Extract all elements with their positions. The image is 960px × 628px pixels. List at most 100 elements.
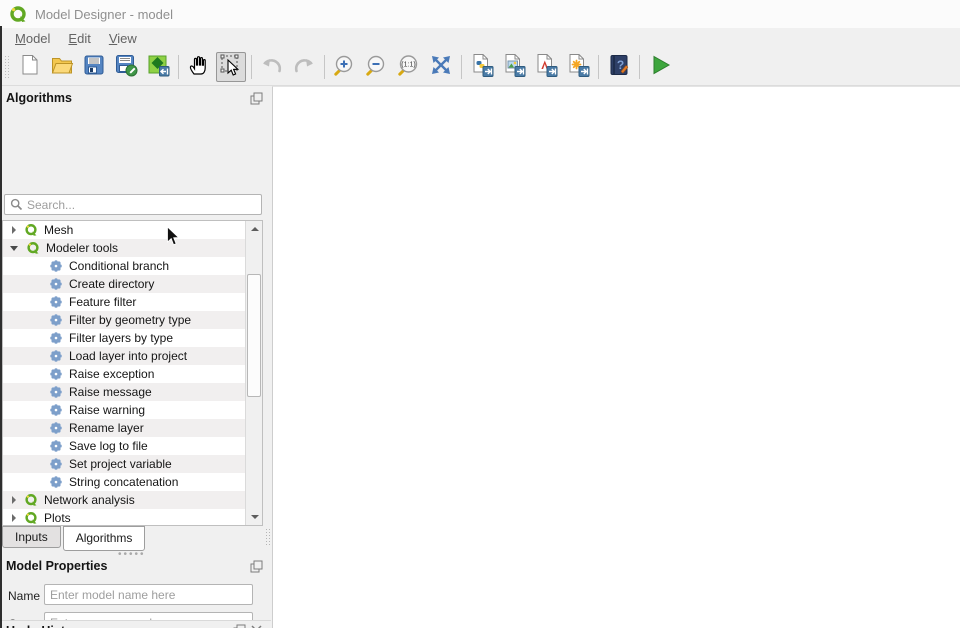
save-model-icon <box>82 53 106 80</box>
tree-item-label: Save log to file <box>69 439 148 453</box>
search-icon <box>10 198 23 211</box>
help-icon: ? <box>607 53 631 80</box>
tree-item-load-layer-into-project[interactable]: Load layer into project <box>3 347 262 365</box>
tree-item-conditional-branch[interactable]: Conditional branch <box>3 257 262 275</box>
pan-icon <box>187 53 211 80</box>
algorithm-gear-icon <box>49 259 63 273</box>
menu-model[interactable]: Model <box>6 29 59 48</box>
select-icon <box>219 53 243 80</box>
export-python-button[interactable] <box>467 52 497 82</box>
qgis-provider-icon <box>24 493 38 507</box>
scrollbar-down-button[interactable] <box>246 509 263 525</box>
float-panel-icon[interactable] <box>250 92 263 105</box>
save-model-as-button[interactable] <box>111 52 141 82</box>
tree-item-raise-exception[interactable]: Raise exception <box>3 365 262 383</box>
export-image-icon <box>502 53 526 80</box>
export-svg-button[interactable] <box>563 52 593 82</box>
export-pdf-button[interactable] <box>531 52 561 82</box>
title-bar: Model Designer - model <box>0 0 960 28</box>
save-model-in-project-button[interactable] <box>143 52 173 82</box>
scrollbar-up-button[interactable] <box>246 221 263 237</box>
tree-item-network-analysis[interactable]: Network analysis <box>3 491 262 509</box>
tree-item-raise-warning[interactable]: Raise warning <box>3 401 262 419</box>
algorithm-gear-icon <box>49 367 63 381</box>
expand-arrow-icon[interactable] <box>12 226 16 234</box>
redo-button <box>289 52 319 82</box>
tree-item-modeler-tools[interactable]: Modeler tools <box>3 239 262 257</box>
background-window-edge <box>0 26 2 628</box>
export-image-button[interactable] <box>499 52 529 82</box>
float-panel-icon[interactable] <box>233 624 246 628</box>
run-button[interactable] <box>645 52 675 82</box>
algorithm-gear-icon <box>49 439 63 453</box>
toolbar-separator <box>178 55 179 79</box>
tree-item-string-concatenation[interactable]: String concatenation <box>3 473 262 491</box>
toolbar-separator <box>639 55 640 79</box>
zoom-full-button[interactable] <box>426 52 456 82</box>
zoom-out-button[interactable] <box>362 52 392 82</box>
algorithm-tree: Mesh Modeler tools Conditional branch Creat… <box>2 220 263 526</box>
close-panel-icon[interactable] <box>250 624 263 628</box>
qgis-logo-icon <box>9 5 27 23</box>
search-input[interactable] <box>27 198 261 212</box>
tree-item-filter-by-geometry-type[interactable]: Filter by geometry type <box>3 311 262 329</box>
tree-item-feature-filter[interactable]: Feature filter <box>3 293 262 311</box>
model-name-input[interactable] <box>44 584 253 605</box>
save-model-button[interactable] <box>79 52 109 82</box>
tree-item-filter-layers-by-type[interactable]: Filter layers by type <box>3 329 262 347</box>
export-svg-icon <box>566 53 590 80</box>
tree-item-set-project-variable[interactable]: Set project variable <box>3 455 262 473</box>
tree-item-label: Set project variable <box>69 457 172 471</box>
tree-item-mesh[interactable]: Mesh <box>3 221 262 239</box>
dock-tab-algorithms[interactable]: Algorithms <box>63 526 146 551</box>
zoom-actual-button[interactable]: (1:1) <box>394 52 424 82</box>
tree-item-save-log-to-file[interactable]: Save log to file <box>3 437 262 455</box>
svg-text:(1:1): (1:1) <box>401 62 415 69</box>
algorithms-panel-title: Algorithms <box>6 91 72 105</box>
undo-button <box>257 52 287 82</box>
tree-item-label: Raise exception <box>69 367 154 381</box>
toolbar-separator <box>324 55 325 79</box>
open-model-button[interactable] <box>47 52 77 82</box>
undo-history-panel-header: Undo History <box>0 620 271 628</box>
model-canvas[interactable] <box>272 86 960 628</box>
tree-item-label: Raise warning <box>69 403 145 417</box>
zoom-in-button[interactable] <box>330 52 360 82</box>
tree-item-label: Conditional branch <box>69 259 169 273</box>
help-button[interactable]: ? <box>604 52 634 82</box>
toolbar: (1:1)? <box>0 48 960 86</box>
dock-tab-inputs[interactable]: Inputs <box>2 526 61 548</box>
splitter-grip-vertical[interactable] <box>265 528 270 546</box>
model-properties-header: Model Properties <box>0 556 271 576</box>
menu-bar: ModelEditView <box>0 28 960 48</box>
export-python-icon <box>470 53 494 80</box>
expand-arrow-icon[interactable] <box>12 514 16 522</box>
tree-item-plots[interactable]: Plots <box>3 509 262 526</box>
select-button[interactable] <box>216 52 246 82</box>
toolbar-drag-handle[interactable] <box>4 55 10 79</box>
export-pdf-icon <box>534 53 558 80</box>
menu-view[interactable]: View <box>100 29 146 48</box>
tree-scrollbar[interactable] <box>245 221 262 525</box>
tree-item-label: Create directory <box>69 277 154 291</box>
algorithms-panel-header: Algorithms <box>0 88 271 108</box>
expand-arrow-icon[interactable] <box>12 496 16 504</box>
tree-item-create-directory[interactable]: Create directory <box>3 275 262 293</box>
collapse-arrow-icon[interactable] <box>10 246 18 251</box>
scrollbar-thumb[interactable] <box>247 274 261 397</box>
pan-button[interactable] <box>184 52 214 82</box>
tree-item-rename-layer[interactable]: Rename layer <box>3 419 262 437</box>
tree-item-label: Plots <box>44 511 71 525</box>
tree-item-raise-message[interactable]: Raise message <box>3 383 262 401</box>
tree-item-label: Rename layer <box>69 421 144 435</box>
redo-icon <box>292 53 316 80</box>
tree-item-label: Filter layers by type <box>69 331 173 345</box>
new-model-button[interactable] <box>15 52 45 82</box>
save-model-in-project-icon <box>146 53 170 80</box>
toolbar-separator <box>598 55 599 79</box>
algorithm-search-box[interactable] <box>4 194 262 215</box>
float-panel-icon[interactable] <box>250 560 263 573</box>
algorithm-gear-icon <box>49 385 63 399</box>
menu-edit[interactable]: Edit <box>59 29 99 48</box>
tree-item-label: Mesh <box>44 223 73 237</box>
